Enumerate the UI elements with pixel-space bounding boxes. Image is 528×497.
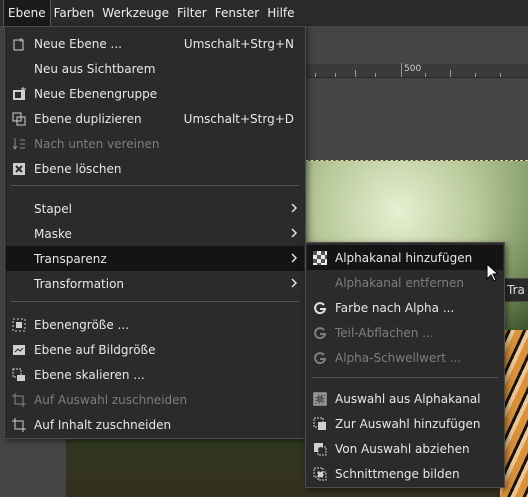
menu-item-new-from-visible[interactable]: Neu aus Sichtbarem <box>6 56 304 81</box>
menu-item-delete-layer[interactable]: Ebene löschen <box>6 156 304 181</box>
menu-item-scale-layer[interactable]: Ebene skalieren ... <box>6 362 304 387</box>
chevron-right-icon <box>290 227 298 241</box>
alpha-to-selection-icon <box>313 392 327 406</box>
scale-layer-icon <box>12 368 26 382</box>
gegl-g-icon <box>313 301 327 315</box>
gegl-g-icon <box>313 326 327 340</box>
chevron-right-icon <box>290 252 298 266</box>
new-layer-icon <box>12 37 26 51</box>
menu-item-crop-to-content[interactable]: Auf Inhalt zuschneiden <box>6 412 304 437</box>
menu-item-intersect-selection[interactable]: Schnittmenge bilden <box>307 461 503 486</box>
delete-layer-icon <box>12 162 26 176</box>
menu-item-subtract-from-selection[interactable]: Von Auswahl abziehen <box>307 436 503 461</box>
duplicate-layer-icon <box>12 112 26 126</box>
menu-item-add-alpha[interactable]: Alphakanal hinzufügen <box>307 245 503 270</box>
menu-farben[interactable]: Farben <box>50 0 99 26</box>
menu-ebene[interactable]: Ebene <box>3 0 51 27</box>
menu-item-transparency[interactable]: Transparenz <box>6 246 304 271</box>
menu-item-crop-to-selection[interactable]: Auf Auswahl zuschneiden <box>6 387 304 412</box>
menu-fenster[interactable]: Fenster <box>211 0 264 26</box>
ruler-label: 500 <box>404 64 422 74</box>
subtract-selection-icon <box>313 442 327 456</box>
crop-icon <box>12 392 26 407</box>
menu-item-semi-flatten[interactable]: Teil-Abflachen ... <box>307 320 503 345</box>
horizontal-ruler: 500 <box>305 63 528 78</box>
layer-size-icon <box>12 318 26 332</box>
menu-item-transform[interactable]: Transformation <box>6 271 304 296</box>
add-selection-icon <box>313 417 327 431</box>
menu-item-add-to-selection[interactable]: Zur Auswahl hinzufügen <box>307 411 503 436</box>
intersect-selection-icon <box>313 467 327 481</box>
menubar: Ebene Farben Werkzeuge Filter Fenster Hi… <box>0 0 528 27</box>
menu-hilfe[interactable]: Hilfe <box>263 0 298 26</box>
menu-item-threshold-alpha[interactable]: Alpha-Schwellwert ... <box>307 345 503 370</box>
crop-icon <box>12 417 26 432</box>
mouse-cursor-icon <box>486 262 500 283</box>
menu-item-color-to-alpha[interactable]: Farbe nach Alpha ... <box>307 295 503 320</box>
new-layer-group-icon <box>12 86 26 101</box>
menu-item-duplicate-layer[interactable]: Ebene duplizieren Umschalt+Strg+D <box>6 106 304 131</box>
menu-separator <box>11 185 299 186</box>
menu-item-stack[interactable]: Stapel <box>6 196 304 221</box>
gegl-g-icon <box>313 351 327 365</box>
transparency-submenu: Alphakanal hinzufügen Alphakanal entfern… <box>305 242 505 488</box>
menu-werkzeuge[interactable]: Werkzeuge <box>98 0 173 26</box>
menu-item-mask[interactable]: Maske <box>6 221 304 246</box>
menu-item-layer-boundary-size[interactable]: Ebenengröße ... <box>6 312 304 337</box>
ebene-menu: Neue Ebene ... Umschalt+Strg+N Neu aus S… <box>4 26 306 439</box>
menu-item-merge-down[interactable]: Nach unten vereinen <box>6 131 304 156</box>
chevron-right-icon <box>290 202 298 216</box>
menu-item-new-layer[interactable]: Neue Ebene ... Umschalt+Strg+N <box>6 31 304 56</box>
menu-separator <box>11 301 299 302</box>
chevron-right-icon <box>290 277 298 291</box>
layer-to-image-icon <box>12 343 26 357</box>
checkerboard-icon <box>313 250 327 265</box>
menu-item-new-layer-group[interactable]: Neue Ebenengruppe <box>6 81 304 106</box>
menu-item-alpha-to-selection[interactable]: Auswahl aus Alphakanal <box>307 386 503 411</box>
menu-filter[interactable]: Filter <box>173 0 211 26</box>
menu-separator <box>312 377 498 378</box>
menu-item-layer-to-image-size[interactable]: Ebene auf Bildgröße <box>6 337 304 362</box>
merge-down-icon <box>12 137 26 151</box>
menu-item-remove-alpha[interactable]: Alphakanal entfernen <box>307 270 503 295</box>
